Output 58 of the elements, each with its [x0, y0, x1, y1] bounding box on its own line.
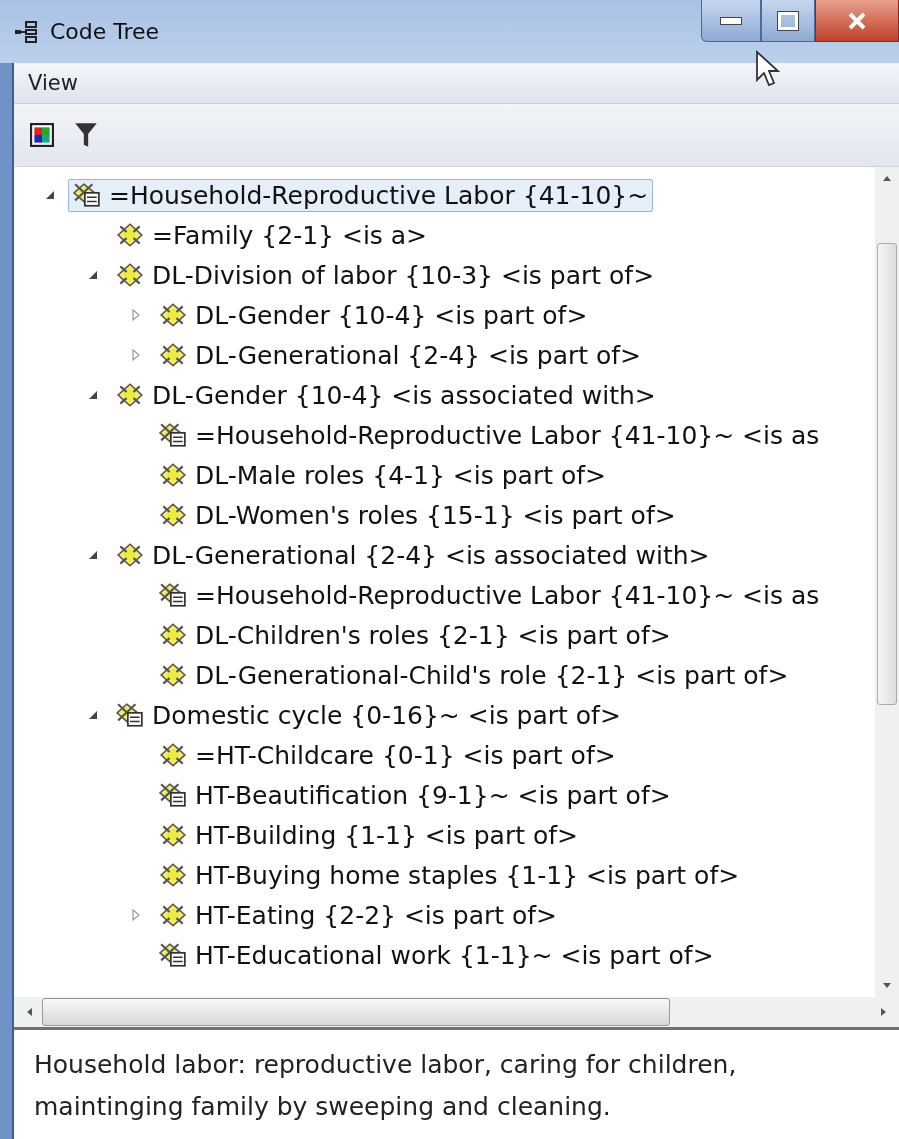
minimize-button[interactable] — [701, 0, 761, 42]
code-icon — [116, 262, 144, 288]
code-memo-icon — [159, 422, 187, 448]
code-memo-icon — [116, 702, 144, 728]
code-icon — [159, 502, 187, 528]
color-palette-icon[interactable] — [30, 123, 54, 147]
horizontal-scrollbar[interactable] — [14, 997, 899, 1027]
description-text: Household labor: reproductive labor, caring for children, maintinging family by sweeping and cleaning. — [33, 1049, 738, 1123]
mouse-cursor-icon — [755, 50, 781, 88]
code-icon — [159, 742, 187, 768]
code-icon — [159, 302, 187, 328]
collapsed-arrow-icon[interactable] — [130, 908, 142, 922]
tree-item[interactable]: HT-Beautification {9-1}~ <is part of> — [154, 778, 676, 812]
tree-item[interactable]: DL-Male roles {4-1} <is part of> — [154, 458, 611, 492]
code-memo-icon — [73, 182, 101, 208]
tree-item[interactable]: DL-Gender {10-4} <is associated with> — [111, 378, 661, 412]
tree-item[interactable]: DL-Generational {2-4} <is part of> — [154, 338, 647, 372]
code-icon — [116, 222, 144, 248]
code-memo-icon — [159, 782, 187, 808]
tree-item[interactable]: =Household-Reproductive Labor {41-10}~ <is as — [154, 418, 825, 452]
tree-item[interactable]: =Family {2-1} <is a> — [111, 218, 433, 252]
tree-item[interactable]: =Household-Reproductive Labor {41-10}~ <is as — [154, 578, 825, 612]
tree-item[interactable]: HT-Educational work {1-1}~ <is part of> — [154, 938, 719, 972]
code-icon — [116, 382, 144, 408]
code-icon — [159, 902, 187, 928]
tree-item[interactable]: DL-Children's roles {2-1} <is part of> — [154, 618, 676, 652]
tree-item[interactable]: DL-Gender {10-4} <is part of> — [154, 298, 593, 332]
code-icon — [159, 822, 187, 848]
tree-item[interactable]: DL-Women's roles {15-1} <is part of> — [154, 498, 681, 532]
code-memo-icon — [159, 942, 187, 968]
code-icon — [159, 622, 187, 648]
tree-item[interactable]: DL-Generational-Child's role {2-1} <is part of> — [154, 658, 794, 692]
code-icon — [116, 542, 144, 568]
close-icon — [846, 11, 868, 30]
scroll-thumb[interactable] — [42, 998, 670, 1026]
menu-item[interactable]: View — [28, 71, 78, 95]
collapsed-arrow-icon[interactable] — [130, 308, 142, 322]
tree-item[interactable]: Domestic cycle {0-16}~ <is part of> — [111, 698, 626, 732]
scroll-thumb[interactable] — [877, 243, 897, 705]
filter-icon[interactable] — [74, 121, 98, 149]
tree-icon — [14, 20, 40, 43]
code-icon — [159, 342, 187, 368]
tree-item[interactable]: HT-Building {1-1} <is part of> — [154, 818, 583, 852]
vertical-scrollbar[interactable] — [875, 167, 899, 997]
code-icon — [159, 862, 187, 888]
tree-item[interactable]: DL-Division of labor {10-3} <is part of> — [111, 258, 660, 292]
tree-item[interactable]: =Household-Reproductive Labor {41-10}~ — [68, 178, 654, 212]
code-memo-icon — [159, 582, 187, 608]
close-button[interactable] — [815, 0, 899, 42]
tree-item[interactable]: HT-Eating {2-2} <is part of> — [154, 898, 563, 932]
code-icon — [159, 662, 187, 688]
collapsed-arrow-icon[interactable] — [130, 348, 142, 362]
tree-item[interactable]: HT-Buying home staples {1-1} <is part of> — [154, 858, 745, 892]
maximize-button[interactable] — [761, 0, 815, 42]
code-icon — [159, 462, 187, 488]
tree-item[interactable]: =HT-Childcare {0-1} <is part of> — [154, 738, 621, 772]
tree-item[interactable]: DL-Generational {2-4} <is associated with> — [111, 538, 715, 572]
window-title: Code Tree — [50, 19, 160, 44]
